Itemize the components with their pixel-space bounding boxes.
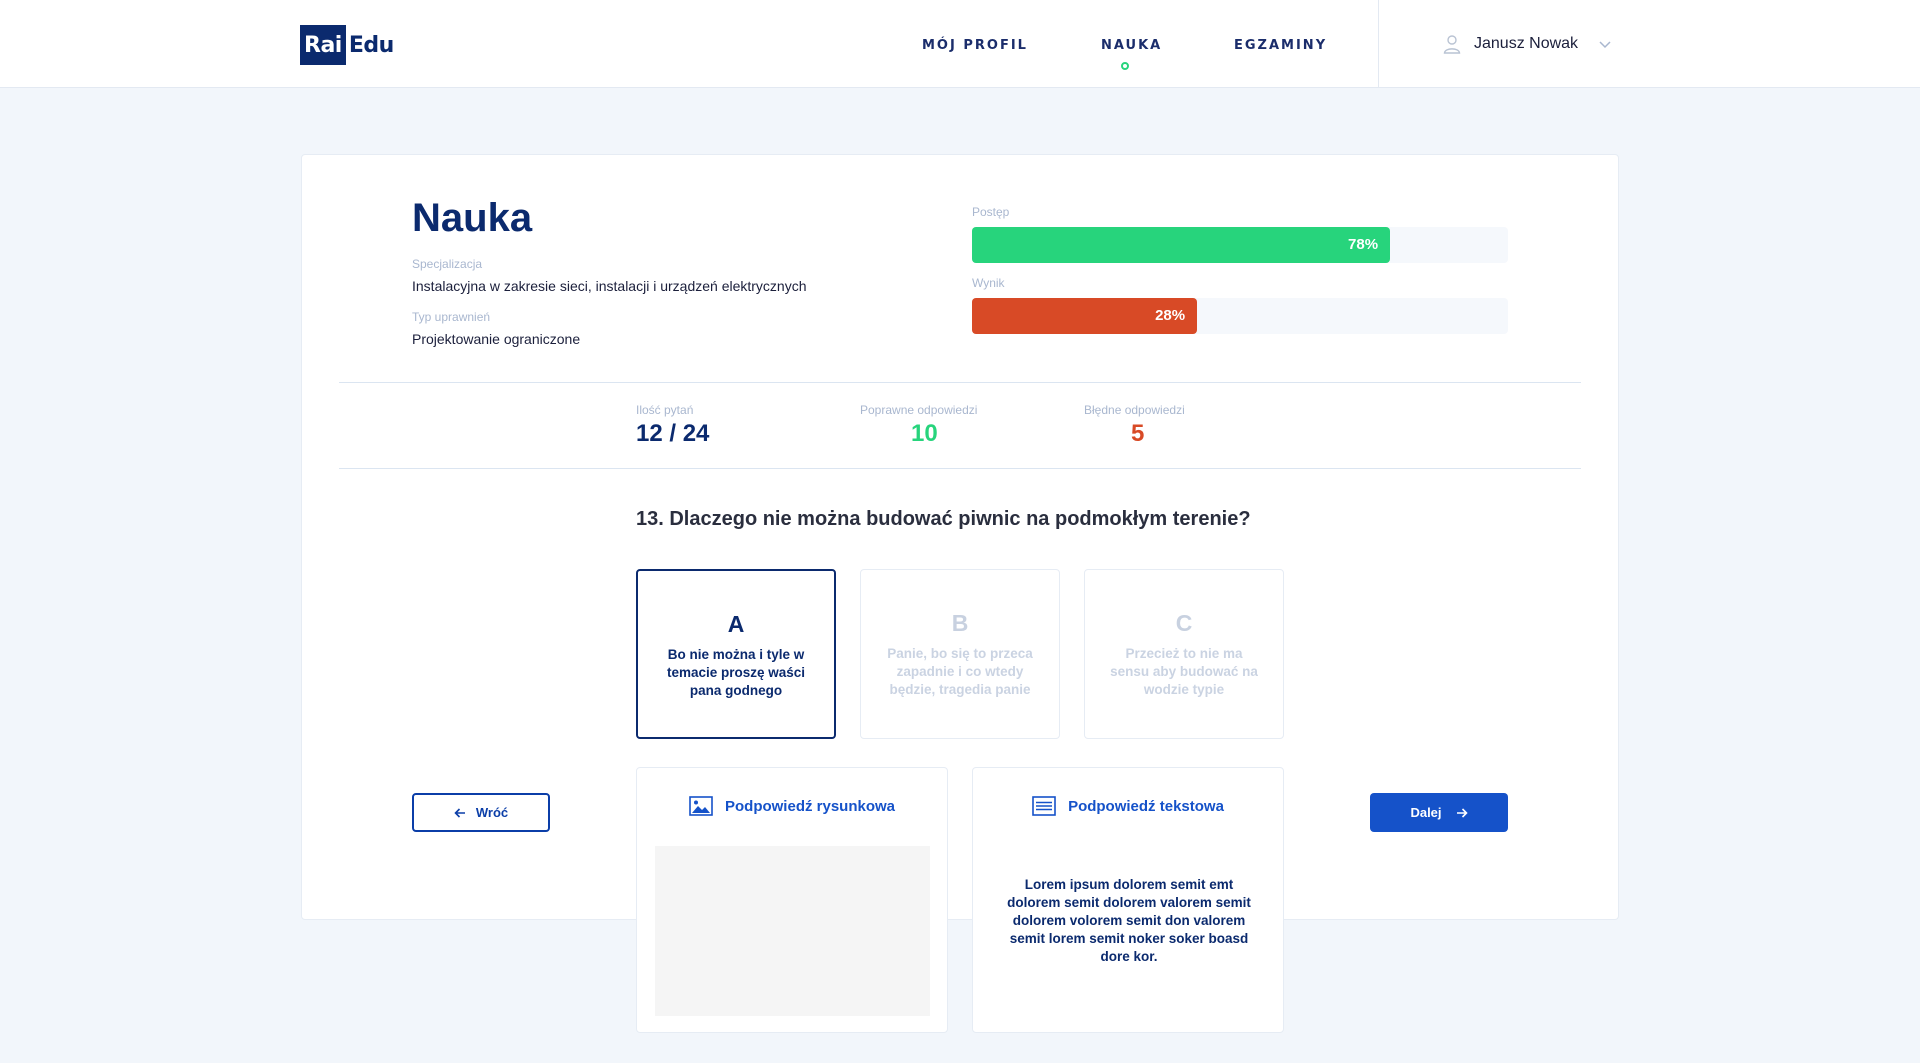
image-hint-card: Podpowiedź rysunkowa bbox=[636, 767, 948, 1033]
score-bar-fill: 28% bbox=[972, 298, 1198, 334]
answer-option-a[interactable]: A Bo nie można i tyle w temacie proszę w… bbox=[636, 569, 836, 739]
option-letter: C bbox=[1175, 610, 1193, 636]
specialization-label: Specjalizacja bbox=[412, 257, 483, 271]
image-hint-title: Podpowiedź rysunkowa bbox=[724, 797, 896, 815]
option-text: Bo nie można i tyle w temacie proszę waś… bbox=[666, 647, 806, 698]
stat-value-questions: 12 / 24 bbox=[636, 420, 710, 447]
stat-label-questions: Ilość pytań bbox=[636, 403, 694, 417]
question-text: 13. Dlaczego nie można budować piwnic na… bbox=[636, 508, 1251, 530]
text-hint-title: Podpowiedź tekstowa bbox=[1068, 797, 1224, 815]
page-title: Nauka bbox=[412, 196, 533, 240]
text-lines-icon bbox=[1032, 796, 1056, 816]
stat-value-wrong: 5 bbox=[1131, 420, 1145, 447]
header-divider bbox=[1378, 0, 1379, 88]
text-hint-toggle[interactable]: Podpowiedź tekstowa bbox=[973, 796, 1283, 816]
divider-bottom bbox=[339, 468, 1581, 469]
specialization-value: Instalacyjna w zakresie sieci, instalacj… bbox=[412, 278, 807, 294]
user-icon bbox=[1443, 35, 1461, 54]
option-letter: B bbox=[951, 610, 969, 636]
stat-label-wrong: Błędne odpowiedzi bbox=[1084, 403, 1185, 417]
score-bar: 28% bbox=[972, 298, 1508, 334]
next-button-label: Dalej bbox=[1410, 805, 1442, 820]
stat-label-correct: Poprawne odpowiedzi bbox=[860, 403, 978, 417]
logo-rai: Rai bbox=[300, 25, 346, 65]
logo-edu: Edu bbox=[348, 32, 394, 58]
option-letter: A bbox=[727, 611, 745, 637]
text-hint-body: Lorem ipsum dolorem semit emt dolorem se… bbox=[1007, 877, 1251, 964]
arrow-right-icon bbox=[1456, 807, 1468, 818]
divider-top bbox=[339, 382, 1581, 383]
stat-value-correct: 10 bbox=[911, 420, 938, 447]
chevron-down-icon[interactable] bbox=[1598, 37, 1612, 51]
answer-option-c[interactable]: C Przecież to nie ma sensu aby budować n… bbox=[1084, 569, 1284, 739]
option-text: Panie, bo się to przeca zapadnie i co wt… bbox=[887, 646, 1033, 697]
progress-bar-fill: 78% bbox=[972, 227, 1391, 263]
user-name: Janusz Nowak bbox=[1474, 35, 1579, 52]
image-hint-toggle[interactable]: Podpowiedź rysunkowa bbox=[637, 796, 947, 816]
nav-item-nauka[interactable]: NAUKA bbox=[1101, 38, 1162, 53]
top-header: Rai Edu MÓJ PROFIL NAUKA EGZAMINY Janusz… bbox=[0, 0, 1920, 88]
image-hint-placeholder bbox=[655, 846, 930, 1016]
next-button[interactable]: Dalej bbox=[1370, 793, 1508, 832]
arrow-left-icon bbox=[454, 807, 465, 818]
active-nav-indicator bbox=[1121, 62, 1129, 70]
answer-option-b[interactable]: B Panie, bo się to przeca zapadnie i co … bbox=[860, 569, 1060, 739]
text-hint-card: Podpowiedź tekstowa Lorem ipsum dolorem … bbox=[972, 767, 1284, 1033]
logo[interactable]: Rai Edu bbox=[300, 25, 394, 65]
back-button[interactable]: Wróć bbox=[412, 793, 550, 832]
nav-item-my-profile[interactable]: MÓJ PROFIL bbox=[922, 38, 1028, 53]
user-menu[interactable]: Janusz Nowak bbox=[1442, 34, 1612, 54]
progress-bar: 78% bbox=[972, 227, 1508, 263]
option-text: Przecież to nie ma sensu aby budować na … bbox=[1110, 646, 1258, 697]
permission-type-label: Typ uprawnień bbox=[412, 310, 491, 324]
nav-item-egzaminy[interactable]: EGZAMINY bbox=[1234, 38, 1327, 53]
back-button-label: Wróć bbox=[475, 805, 509, 820]
image-icon bbox=[689, 796, 713, 816]
permission-type-value: Projektowanie ograniczone bbox=[412, 331, 581, 347]
score-label: Wynik bbox=[972, 276, 1005, 290]
progress-label: Postęp bbox=[972, 205, 1010, 219]
